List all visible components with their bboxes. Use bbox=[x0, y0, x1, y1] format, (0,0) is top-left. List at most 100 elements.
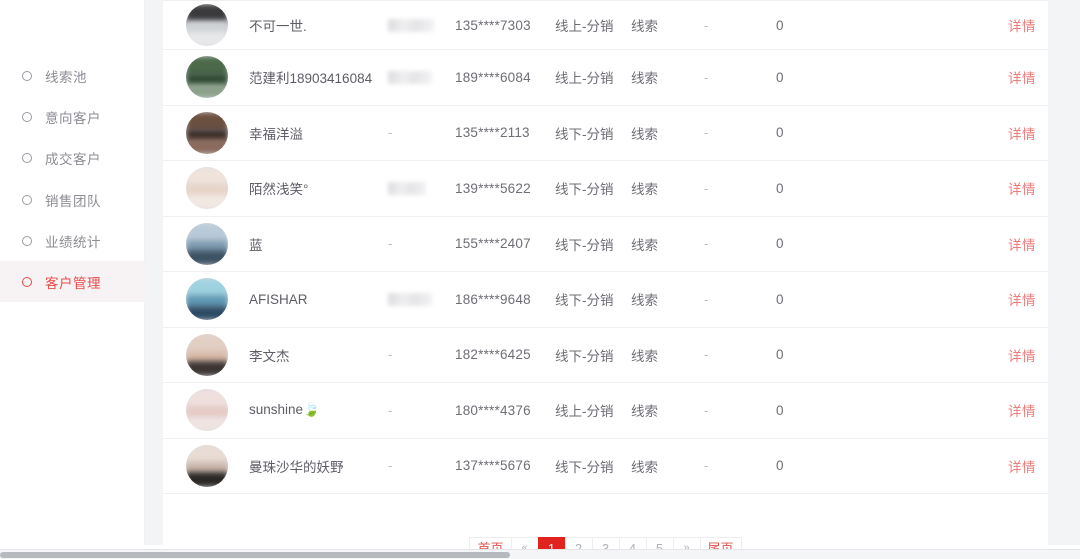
circle-icon bbox=[22, 70, 32, 81]
channel: 线下-分销 bbox=[555, 217, 614, 272]
sidebar-item-label: 客户管理 bbox=[45, 275, 101, 291]
sidebar-item-0[interactable]: 线索池 bbox=[0, 55, 145, 96]
table-row[interactable]: AFISHAR 186****9648 线下-分销 线索 - 0 详情 bbox=[163, 272, 1048, 328]
circle-icon bbox=[22, 194, 32, 205]
order-count: 0 bbox=[776, 383, 784, 438]
customer-name-text: 李文杰 bbox=[249, 348, 290, 364]
table-row[interactable]: sunshine🍃 - 180****4376 线上-分销 线索 - 0 详情 bbox=[163, 383, 1048, 439]
avatar-layer bbox=[186, 31, 228, 46]
extra-field-text: - bbox=[704, 458, 709, 474]
table-row[interactable]: 不可一世. 135****7303 线上-分销 线索 - 0 详情 bbox=[163, 0, 1048, 50]
circle-icon bbox=[22, 276, 32, 287]
customer-type-text: 线索 bbox=[631, 348, 658, 364]
extra-field-text: - bbox=[704, 69, 709, 85]
extra-field: - bbox=[704, 50, 708, 105]
detail-link[interactable]: 详情 bbox=[1008, 439, 1036, 494]
channel-text: 线下-分销 bbox=[555, 182, 614, 198]
channel: 线上-分销 bbox=[555, 383, 614, 438]
customer-type-text: 线索 bbox=[631, 293, 658, 309]
scrollbar-thumb[interactable] bbox=[0, 552, 510, 558]
phone-number-text: 139****5622 bbox=[455, 180, 531, 196]
detail-link-text: 详情 bbox=[1008, 348, 1036, 364]
customer-name: 李文杰 bbox=[249, 328, 290, 383]
order-count-text: 0 bbox=[776, 17, 784, 33]
extra-field-text: - bbox=[704, 17, 709, 33]
sidebar-item-3[interactable]: 销售团队 bbox=[0, 179, 145, 220]
phone-number-text: 135****2113 bbox=[455, 125, 530, 141]
content-card: 不可一世. 135****7303 线上-分销 线索 -0 详情 范建利1890341608… bbox=[163, 0, 1048, 559]
customer-name-text: 范建利18903416084 bbox=[249, 71, 373, 87]
customer-type: 线索 bbox=[631, 383, 658, 438]
table-row[interactable]: 曼珠沙华的妖野 - 137****5676 线下-分销 线索 - 0 详情 bbox=[163, 439, 1048, 494]
order-count-text: 0 bbox=[776, 402, 784, 418]
sidebar-item-1[interactable]: 意向客户 bbox=[0, 96, 145, 137]
table-row[interactable]: 蓝 - 155****2407 线下-分销 线索 - 0 详情 bbox=[163, 217, 1048, 272]
customer-type-text: 线索 bbox=[631, 182, 658, 198]
avatar bbox=[186, 111, 228, 154]
detail-link-text: 详情 bbox=[1008, 71, 1036, 87]
avatar-cell bbox=[186, 328, 228, 383]
redacted-cell: - bbox=[388, 106, 392, 161]
phone-number: 137****5676 bbox=[455, 439, 531, 494]
order-count: 0 bbox=[776, 1, 784, 49]
redacted-block bbox=[388, 181, 426, 195]
extra-field: - bbox=[704, 328, 708, 383]
order-count: 0 bbox=[776, 328, 784, 383]
horizontal-scrollbar[interactable] bbox=[0, 549, 1080, 559]
detail-link-text: 详情 bbox=[1008, 19, 1036, 34]
channel: 线下-分销 bbox=[555, 272, 614, 327]
detail-link[interactable]: 详情 bbox=[1008, 106, 1036, 161]
circle-icon bbox=[22, 235, 32, 246]
avatar bbox=[186, 333, 228, 376]
layout-gutter-left bbox=[145, 0, 163, 545]
detail-link[interactable]: 详情 bbox=[1008, 383, 1036, 438]
sidebar-nav: 线索池 意向客户 成交客户 销售团队 业绩统计客户管理 bbox=[0, 0, 145, 545]
phone-number: 186****9648 bbox=[455, 272, 531, 327]
table-row[interactable]: 李文杰 - 182****6425 线下-分销 线索 - 0 详情 bbox=[163, 328, 1048, 383]
customer-type: 线索 bbox=[631, 50, 658, 105]
customer-management-page: 线索池 意向客户 成交客户 销售团队 业绩统计客户管理 不可一世. 135****7303… bbox=[0, 0, 1080, 559]
avatar bbox=[186, 167, 228, 210]
customer-type-text: 线索 bbox=[631, 19, 658, 34]
customer-name-text: AFISHAR bbox=[249, 291, 308, 307]
extra-field-text: - bbox=[704, 236, 709, 252]
channel-text: 线下-分销 bbox=[555, 348, 614, 364]
sidebar-item-4[interactable]: 业绩统计 bbox=[0, 220, 145, 261]
detail-link[interactable]: 详情 bbox=[1008, 50, 1036, 105]
customer-type-text: 线索 bbox=[631, 126, 658, 142]
avatar-layer bbox=[186, 139, 228, 154]
detail-link[interactable]: 详情 bbox=[1008, 272, 1036, 327]
customer-name-text: 曼珠沙华的妖野 bbox=[249, 459, 344, 475]
customer-type: 线索 bbox=[631, 161, 658, 216]
detail-link[interactable]: 详情 bbox=[1008, 1, 1036, 49]
empty-dash: - bbox=[388, 458, 393, 474]
empty-dash: - bbox=[388, 236, 393, 252]
avatar bbox=[186, 278, 228, 321]
table-row[interactable]: 范建利18903416084 189****6084 线上-分销 线索 - 0 详情 bbox=[163, 50, 1048, 106]
table-row[interactable]: 陌然浅笑° 139****5622 线下-分销 线索 - 0 详情 bbox=[163, 161, 1048, 217]
avatar-layer bbox=[186, 361, 228, 376]
detail-link[interactable]: 详情 bbox=[1008, 328, 1036, 383]
avatar-cell bbox=[186, 272, 228, 327]
avatar-cell bbox=[186, 439, 228, 494]
phone-number: 135****7303 bbox=[455, 1, 531, 49]
phone-number: 135****2113 bbox=[455, 106, 530, 161]
detail-link[interactable]: 详情 bbox=[1008, 161, 1036, 216]
detail-link[interactable]: 详情 bbox=[1008, 217, 1036, 272]
sidebar-item-2[interactable]: 成交客户 bbox=[0, 137, 145, 178]
table-row[interactable]: 幸福洋溢 - 135****2113 线下-分销 线索 - 0 详情 bbox=[163, 106, 1048, 161]
channel: 线上-分销 bbox=[555, 1, 614, 49]
customer-name-text: 陌然浅笑° bbox=[249, 182, 309, 198]
empty-dash: - bbox=[388, 347, 393, 363]
customer-name: 不可一世. bbox=[249, 1, 307, 49]
channel: 线下-分销 bbox=[555, 328, 614, 383]
avatar-cell bbox=[186, 1, 228, 49]
extra-field: - bbox=[704, 106, 708, 161]
sidebar-item-5[interactable]: 客户管理 bbox=[0, 261, 145, 302]
avatar-layer bbox=[186, 416, 228, 432]
extra-field-text: - bbox=[704, 180, 709, 196]
channel-text: 线下-分销 bbox=[555, 459, 614, 475]
extra-field: - bbox=[704, 1, 708, 49]
detail-link-text: 详情 bbox=[1008, 182, 1036, 198]
detail-link-text: 详情 bbox=[1008, 293, 1036, 309]
